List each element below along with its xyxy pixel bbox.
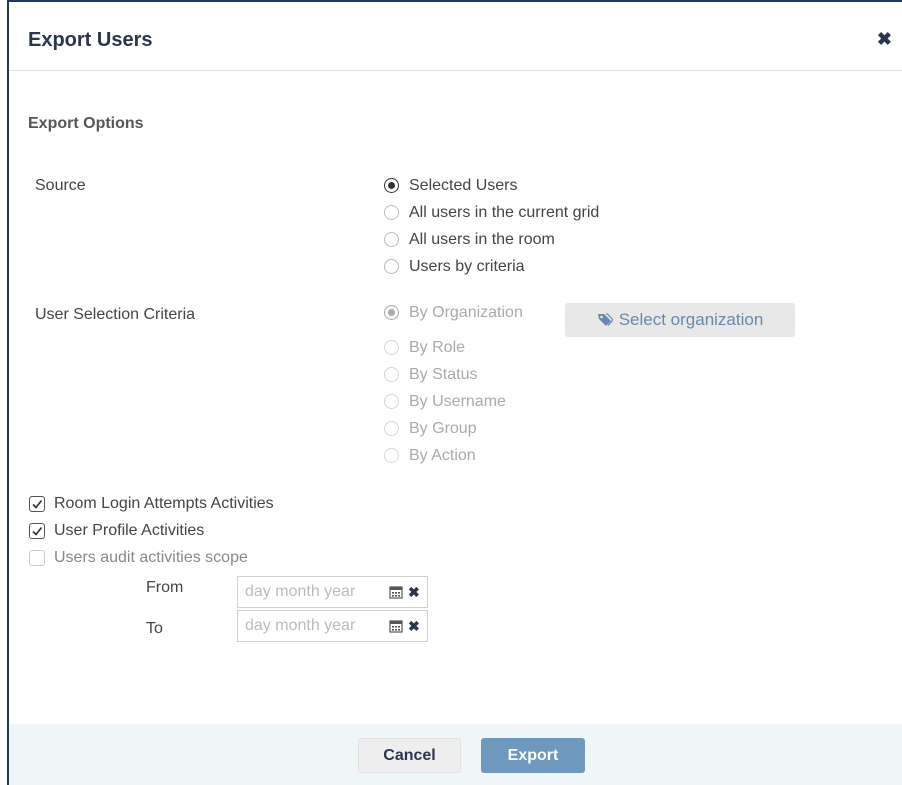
radio-button[interactable] (384, 340, 399, 355)
radio-label: By Username (409, 392, 506, 410)
window-left-border (0, 0, 9, 785)
criteria-radio-by-status[interactable]: By Status (384, 361, 523, 388)
radio-button[interactable] (384, 205, 399, 220)
radio-label: All users in the current grid (409, 203, 600, 221)
check-icon (32, 526, 43, 536)
radio-label: By Organization (409, 303, 523, 321)
source-radio-all-in-room[interactable]: All users in the room (384, 226, 599, 253)
radio-label: Users by criteria (409, 257, 525, 275)
source-radio-by-criteria[interactable]: Users by criteria (384, 253, 599, 280)
radio-button[interactable] (384, 394, 399, 409)
from-date-input[interactable] (245, 583, 387, 601)
source-radio-selected-users[interactable]: Selected Users (384, 172, 599, 199)
radio-button-checked[interactable] (384, 178, 399, 193)
source-radio-all-in-grid[interactable]: All users in the current grid (384, 199, 599, 226)
to-date-field[interactable]: ✖ (237, 610, 428, 642)
dialog-footer: Cancel Export (9, 724, 902, 785)
criteria-label: User Selection Criteria (35, 306, 196, 323)
radio-button[interactable] (384, 448, 399, 463)
checkbox-users-audit-scope[interactable]: Users audit activities scope (29, 544, 274, 571)
radio-label: By Role (409, 338, 466, 356)
dialog-title: Export Users (28, 29, 153, 51)
tags-icon (597, 313, 613, 326)
clear-from-date-icon[interactable]: ✖ (408, 584, 420, 601)
source-radio-group: Selected Users All users in the current … (384, 172, 599, 280)
criteria-radio-by-organization[interactable]: By Organization (384, 299, 523, 326)
radio-button-checked[interactable] (384, 305, 399, 320)
radio-label: All users in the room (409, 230, 555, 248)
cancel-button[interactable]: Cancel (358, 738, 461, 773)
from-date-field[interactable]: ✖ (237, 576, 428, 608)
checkbox-checked[interactable] (29, 495, 45, 512)
activities-checklist: Room Login Attempts Activities User Prof… (29, 490, 274, 571)
calendar-icon[interactable] (389, 619, 403, 633)
radio-button[interactable] (384, 367, 399, 382)
checkbox-checked[interactable] (29, 522, 45, 539)
checkbox-label: Room Login Attempts Activities (54, 494, 274, 512)
check-icon (32, 499, 43, 509)
close-icon[interactable]: ✖ (877, 30, 892, 48)
checkbox-label: User Profile Activities (54, 521, 205, 539)
calendar-icon[interactable] (389, 585, 403, 599)
export-users-dialog: Export Users ✖ Export Options Source Sel… (9, 2, 902, 785)
criteria-radio-group: By Organization By Role By Status By Use… (384, 299, 523, 469)
radio-label: By Group (409, 419, 477, 437)
radio-button[interactable] (384, 421, 399, 436)
criteria-radio-by-role[interactable]: By Role (384, 334, 523, 361)
to-date-input[interactable] (245, 617, 387, 635)
checkbox-user-profile-activities[interactable]: User Profile Activities (29, 517, 274, 544)
checkbox-unchecked[interactable] (29, 549, 45, 566)
checkbox-label: Users audit activities scope (54, 548, 248, 566)
to-label: To (146, 620, 163, 637)
radio-button[interactable] (384, 232, 399, 247)
radio-label: By Status (409, 365, 478, 383)
source-label: Source (35, 177, 86, 194)
select-organization-button[interactable]: Select organization (565, 303, 795, 337)
dialog-header: Export Users ✖ (9, 2, 902, 71)
criteria-radio-by-action[interactable]: By Action (384, 442, 523, 469)
export-options-title: Export Options (28, 115, 144, 132)
checkbox-room-login-attempts[interactable]: Room Login Attempts Activities (29, 490, 274, 517)
from-label: From (146, 579, 184, 596)
radio-label: Selected Users (409, 176, 518, 194)
export-button[interactable]: Export (481, 738, 585, 773)
clear-to-date-icon[interactable]: ✖ (408, 618, 420, 635)
radio-button[interactable] (384, 259, 399, 274)
radio-label: By Action (409, 446, 476, 464)
criteria-radio-by-username[interactable]: By Username (384, 388, 523, 415)
criteria-radio-by-group[interactable]: By Group (384, 415, 523, 442)
select-organization-label: Select organization (618, 310, 764, 329)
